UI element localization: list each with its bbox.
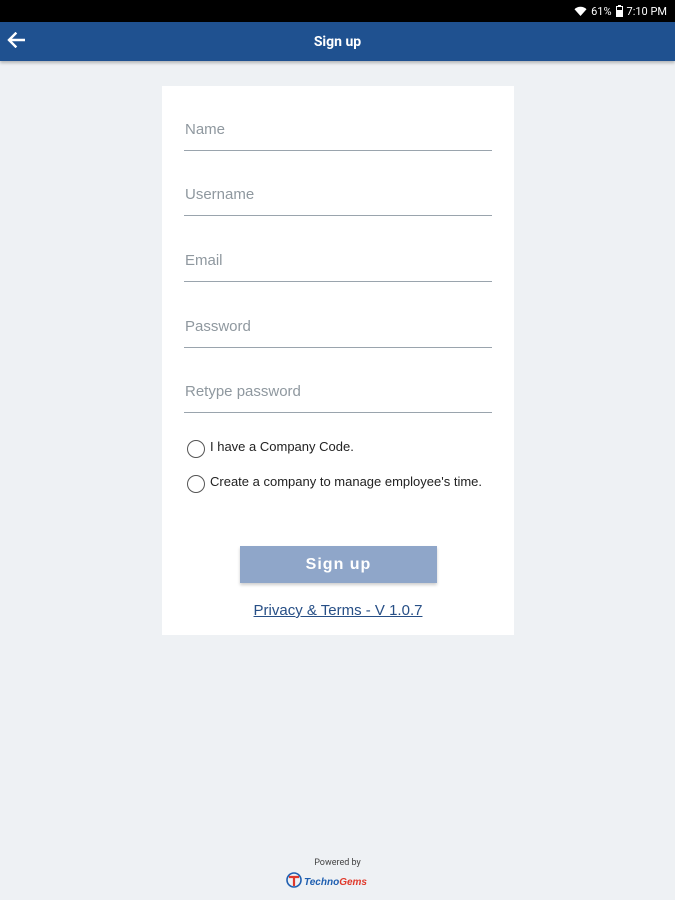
signup-button[interactable]: Sign up (240, 546, 437, 583)
clock: 7:10 PM (626, 4, 667, 18)
retype-password-field (184, 371, 492, 413)
company-code-option[interactable]: I have a Company Code. (187, 439, 487, 458)
back-button[interactable] (0, 22, 32, 61)
email-input[interactable] (184, 240, 492, 281)
battery-percent: 61% (591, 4, 612, 18)
company-code-radio[interactable] (187, 440, 205, 458)
password-input[interactable] (184, 306, 492, 347)
battery-icon (615, 5, 623, 17)
app-bar: Sign up (0, 22, 675, 61)
password-field (184, 306, 492, 348)
powered-by-text: Powered by (314, 858, 361, 868)
email-field (184, 240, 492, 282)
retype-password-input[interactable] (184, 371, 492, 412)
create-company-radio[interactable] (187, 475, 205, 493)
brand-logo: TechnoGems (286, 872, 367, 892)
company-code-label: I have a Company Code. (210, 439, 354, 454)
create-company-option[interactable]: Create a company to manage employee's ti… (187, 474, 487, 493)
name-field (184, 109, 492, 151)
privacy-terms-link[interactable]: Privacy & Terms - V 1.0.7 (162, 602, 514, 619)
brand-name: TechnoGems (304, 877, 367, 888)
technogems-logo-icon (286, 872, 302, 892)
signup-card: I have a Company Code. Create a company … (162, 86, 514, 635)
brand-name-part2: Gems (339, 876, 367, 888)
wifi-icon (574, 6, 587, 17)
brand-name-part1: Techno (304, 876, 340, 888)
page-title: Sign up (313, 33, 362, 50)
arrow-left-icon (7, 31, 26, 52)
username-input[interactable] (184, 174, 492, 215)
status-bar: 61% 7:10 PM (0, 0, 675, 22)
name-input[interactable] (184, 109, 492, 150)
create-company-label: Create a company to manage employee's ti… (210, 474, 483, 489)
username-field (184, 174, 492, 216)
